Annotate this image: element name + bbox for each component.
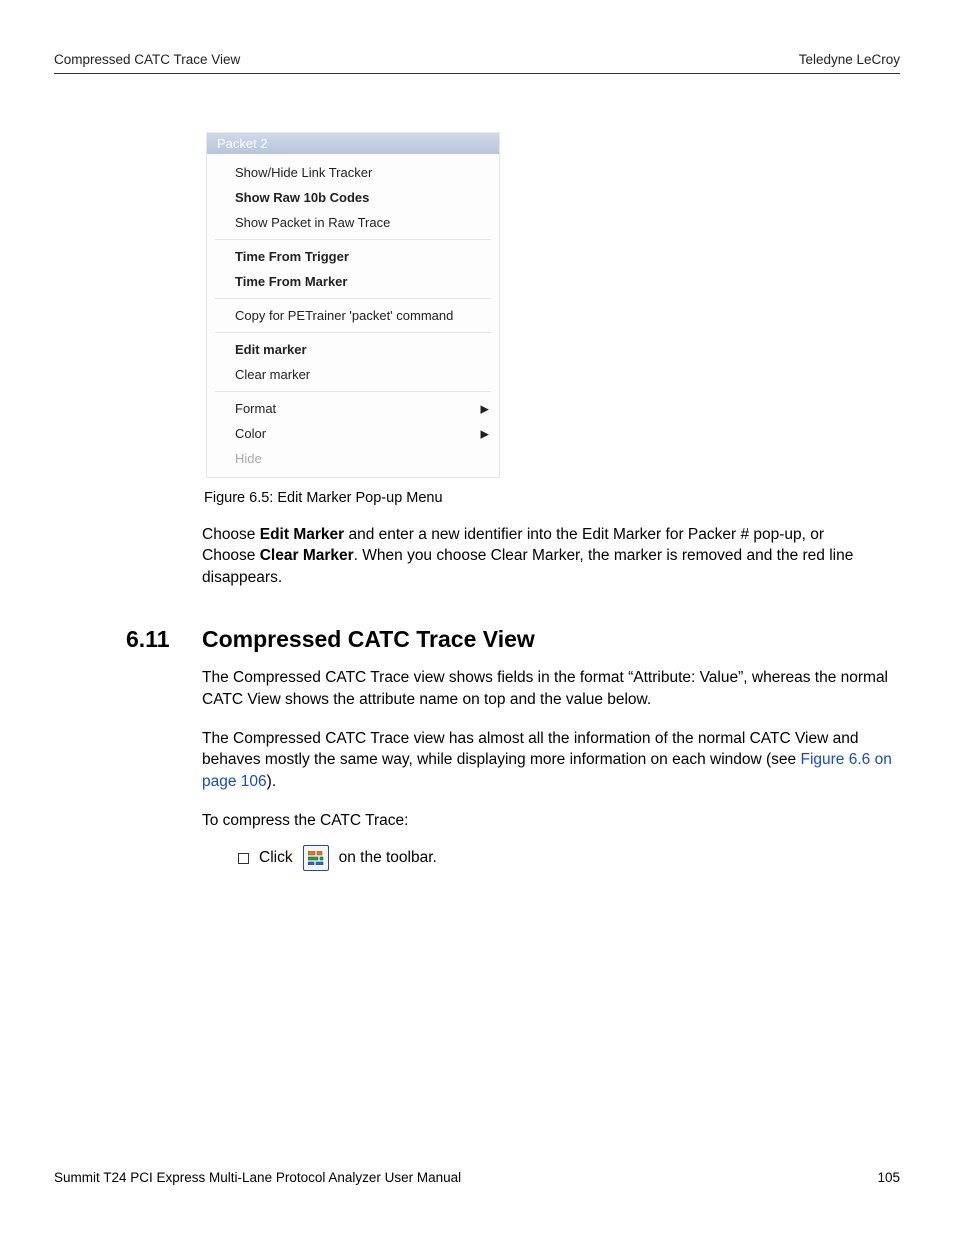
header-left: Compressed CATC Trace View [54,52,240,67]
section-heading: 6.11 Compressed CATC Trace View [54,626,900,653]
paragraph-compressed-desc: The Compressed CATC Trace view shows fie… [202,667,900,710]
menu-item-label: Edit marker [235,342,307,357]
menu-item[interactable]: Format ▶ [207,396,499,421]
menu-item-label: Time From Trigger [235,249,349,264]
footer-page-number: 105 [877,1170,900,1185]
menu-separator [215,298,491,299]
menu-item-label: Color [235,426,266,441]
page-header: Compressed CATC Trace View Teledyne LeCr… [54,52,900,74]
menu-item[interactable]: Copy for PETrainer 'packet' command [207,303,499,328]
menu-item[interactable]: Color ▶ [207,421,499,446]
menu-item-label: Hide [235,451,262,466]
header-right: Teledyne LeCroy [799,52,900,67]
menu-item[interactable]: Time From Trigger [207,244,499,269]
menu-item[interactable]: Show Packet in Raw Trace [207,210,499,235]
menu-item[interactable]: Time From Marker [207,269,499,294]
menu-item-label: Time From Marker [235,274,347,289]
menu-separator [215,239,491,240]
menu-separator [215,391,491,392]
menu-item[interactable]: Clear marker [207,362,499,387]
menu-item-label: Show Packet in Raw Trace [235,215,390,230]
context-menu-title: Packet 2 [207,133,499,154]
menu-item-label: Clear marker [235,367,310,382]
toolbar-instruction: Click on the toolbar. [238,845,900,871]
paragraph-edit-clear: Choose Edit Marker and enter a new ident… [202,524,900,588]
submenu-arrow-icon: ▶ [481,427,489,440]
compress-trace-icon[interactable] [303,845,329,871]
menu-separator [215,332,491,333]
menu-item-label: Show/Hide Link Tracker [235,165,372,180]
paragraph-to-compress: To compress the CATC Trace: [202,810,900,831]
menu-item[interactable]: Show/Hide Link Tracker [207,160,499,185]
submenu-arrow-icon: ▶ [481,402,489,415]
menu-item[interactable]: Edit marker [207,337,499,362]
menu-item: Hide [207,446,499,471]
page-footer: Summit T24 PCI Express Multi-Lane Protoc… [54,1170,900,1185]
section-title: Compressed CATC Trace View [202,626,535,653]
menu-item-label: Format [235,401,276,416]
bullet-icon [238,853,249,864]
paragraph-compressed-info: The Compressed CATC Trace view has almos… [202,728,900,792]
menu-item-label: Show Raw 10b Codes [235,190,369,205]
context-menu-figure: Packet 2 Show/Hide Link Tracker Show Raw … [206,132,500,478]
menu-item-label: Copy for PETrainer 'packet' command [235,308,453,323]
figure-caption: Figure 6.5: Edit Marker Pop-up Menu [204,490,900,506]
menu-item[interactable]: Show Raw 10b Codes [207,185,499,210]
section-number: 6.11 [54,626,202,653]
footer-left: Summit T24 PCI Express Multi-Lane Protoc… [54,1170,461,1185]
